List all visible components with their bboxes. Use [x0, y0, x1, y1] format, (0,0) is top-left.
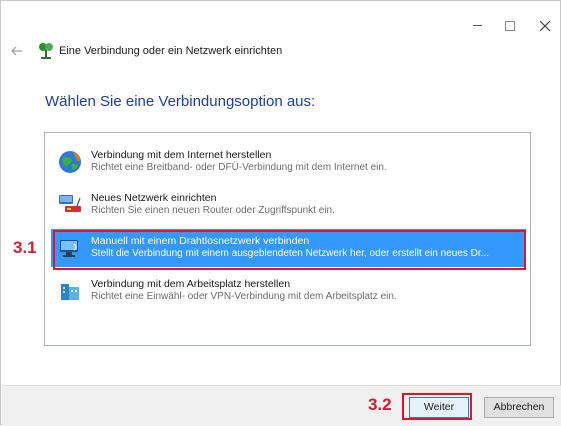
option-description: Richten Sie einen neuen Router oder Zugr…: [91, 205, 335, 216]
wizard-footer: Weiter Abbrechen: [2, 385, 561, 426]
option-internet[interactable]: Verbindung mit dem Internet herstellen R…: [51, 143, 526, 181]
option-description: Richtet eine Einwähl- oder VPN-Verbindun…: [91, 291, 397, 302]
cancel-button[interactable]: Abbrechen: [484, 397, 554, 418]
highlight-box-next: [402, 393, 472, 420]
wizard-window: Eine Verbindung oder ein Netzwerk einric…: [0, 0, 561, 426]
back-arrow-icon: [11, 46, 22, 56]
network-setup-icon: [39, 43, 53, 59]
close-button[interactable]: [533, 15, 557, 35]
option-title: Verbindung mit dem Internet herstellen: [91, 149, 272, 161]
router-icon: [59, 195, 81, 212]
option-title: Neues Netzwerk einrichten: [91, 192, 217, 204]
option-title: Verbindung mit dem Arbeitsplatz herstell…: [91, 278, 291, 290]
minimize-icon: [472, 25, 482, 27]
globe-icon: [59, 151, 81, 173]
maximize-button[interactable]: [498, 15, 522, 35]
highlight-box-option: [53, 230, 526, 270]
minimize-button[interactable]: [465, 15, 489, 35]
wizard-title: Eine Verbindung oder ein Netzwerk einric…: [59, 45, 283, 57]
back-button[interactable]: [11, 45, 25, 59]
option-description: Richtet eine Breitband- oder DFÜ-Verbind…: [91, 162, 387, 173]
option-new-network[interactable]: Neues Netzwerk einrichten Richten Sie ei…: [51, 186, 526, 224]
maximize-icon: [505, 20, 515, 31]
instruction-heading: Wählen Sie eine Verbindungsoption aus:: [45, 93, 316, 110]
option-workplace[interactable]: Verbindung mit dem Arbeitsplatz herstell…: [51, 272, 526, 310]
step-label-3-1: 3.1: [13, 238, 37, 257]
step-label-3-2: 3.2: [368, 395, 392, 414]
close-icon: [539, 20, 551, 31]
workplace-icon: [61, 284, 79, 300]
